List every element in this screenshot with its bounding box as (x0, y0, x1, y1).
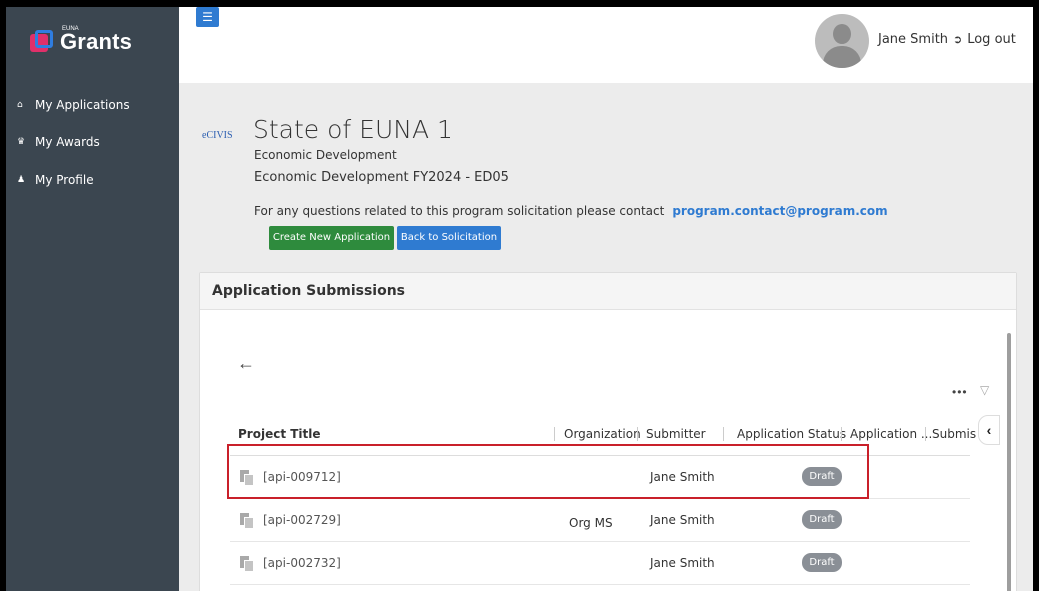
panel-header: Application Submissions (200, 273, 1016, 310)
submitter-cell: Jane Smith (650, 556, 715, 570)
grants-logo[interactable]: EUNA Grants (30, 25, 132, 59)
document-icon (240, 556, 254, 572)
user-name[interactable]: Jane Smith (878, 32, 948, 47)
sidebar-item-label: My Awards (35, 135, 100, 149)
column-divider (637, 427, 638, 441)
user-icon: ♟ (17, 175, 26, 185)
back-arrow-icon[interactable]: ← (237, 353, 255, 374)
application-submissions-panel: Application Submissions ← ••• ▽ Project … (199, 272, 1017, 591)
contact-email-link[interactable]: program.contact@program.com (672, 204, 887, 218)
column-divider (554, 427, 555, 441)
column-header-project-title[interactable]: Project Title (238, 427, 321, 441)
back-to-solicitation-button[interactable]: Back to Solicitation (397, 226, 501, 250)
sidebar: EUNA Grants ⌂ My Applications ♛ My Award… (6, 7, 179, 591)
logout-label: Log out (967, 32, 1016, 47)
avatar[interactable] (815, 14, 869, 68)
status-badge: Draft (802, 553, 842, 572)
column-divider (925, 427, 926, 441)
contact-text: For any questions related to this progra… (254, 204, 665, 218)
filter-icon[interactable]: ▽ (980, 383, 989, 397)
column-header-submitter[interactable]: Submitter (646, 427, 706, 441)
logo-small-text: EUNA (62, 26, 79, 32)
column-header-application-date[interactable]: Application ... (850, 427, 932, 441)
sidebar-item-my-applications[interactable]: ⌂ My Applications (17, 98, 130, 112)
row-highlight-box (227, 444, 869, 499)
program-name: Economic Development (254, 148, 397, 162)
column-header-organization[interactable]: Organization (564, 427, 641, 441)
page-title: State of EUNA 1 (253, 115, 453, 144)
organization-cell: Org MS (569, 516, 613, 530)
column-divider (841, 427, 842, 441)
contact-line: For any questions related to this progra… (254, 204, 888, 218)
trophy-icon: ♛ (17, 137, 26, 147)
home-icon: ⌂ (17, 100, 23, 110)
project-title-cell[interactable]: [api-002732] (263, 556, 341, 570)
hamburger-icon: ☰ (202, 10, 213, 24)
ecivis-label: eCIVIS (202, 130, 233, 141)
submitter-cell: Jane Smith (650, 513, 715, 527)
collapse-panel-button[interactable]: ‹ (978, 415, 1000, 445)
logout-icon: ➲ (953, 33, 963, 46)
status-badge: Draft (802, 510, 842, 529)
column-divider (723, 427, 724, 441)
panel-title: Application Submissions (212, 283, 406, 299)
logo-text: Grants (60, 29, 133, 54)
logo-mark-icon (30, 30, 54, 54)
vertical-scrollbar[interactable] (1006, 323, 1012, 591)
column-header-application-status[interactable]: Application Status (737, 427, 846, 441)
app-window: EUNA Grants ⌂ My Applications ♛ My Award… (6, 7, 1033, 591)
menu-toggle-button[interactable]: ☰ (196, 7, 219, 27)
ecivis-logo: eCIVIS (202, 130, 233, 141)
more-options-icon[interactable]: ••• (952, 385, 968, 399)
table-row[interactable]: [api-002732] Jane Smith Draft (230, 542, 970, 585)
top-bar: ☰ Jane Smith ➲ Log out (179, 7, 1033, 83)
sidebar-item-label: My Applications (35, 98, 130, 112)
document-icon (240, 513, 254, 529)
solicitation-name: Economic Development FY2024 - ED05 (254, 170, 509, 185)
create-new-application-button[interactable]: Create New Application (269, 226, 394, 250)
table-row[interactable]: [api-002729] Org MS Jane Smith Draft (230, 499, 970, 542)
chevron-left-icon: ‹ (986, 422, 992, 438)
sidebar-item-label: My Profile (35, 173, 94, 187)
scrollbar-thumb[interactable] (1007, 333, 1011, 591)
sidebar-item-my-profile[interactable]: ♟ My Profile (17, 173, 94, 187)
sidebar-item-my-awards[interactable]: ♛ My Awards (17, 135, 100, 149)
column-header-submission[interactable]: Submis (932, 427, 976, 441)
logout-link[interactable]: ➲ Log out (953, 32, 1016, 47)
project-title-cell[interactable]: [api-002729] (263, 513, 341, 527)
